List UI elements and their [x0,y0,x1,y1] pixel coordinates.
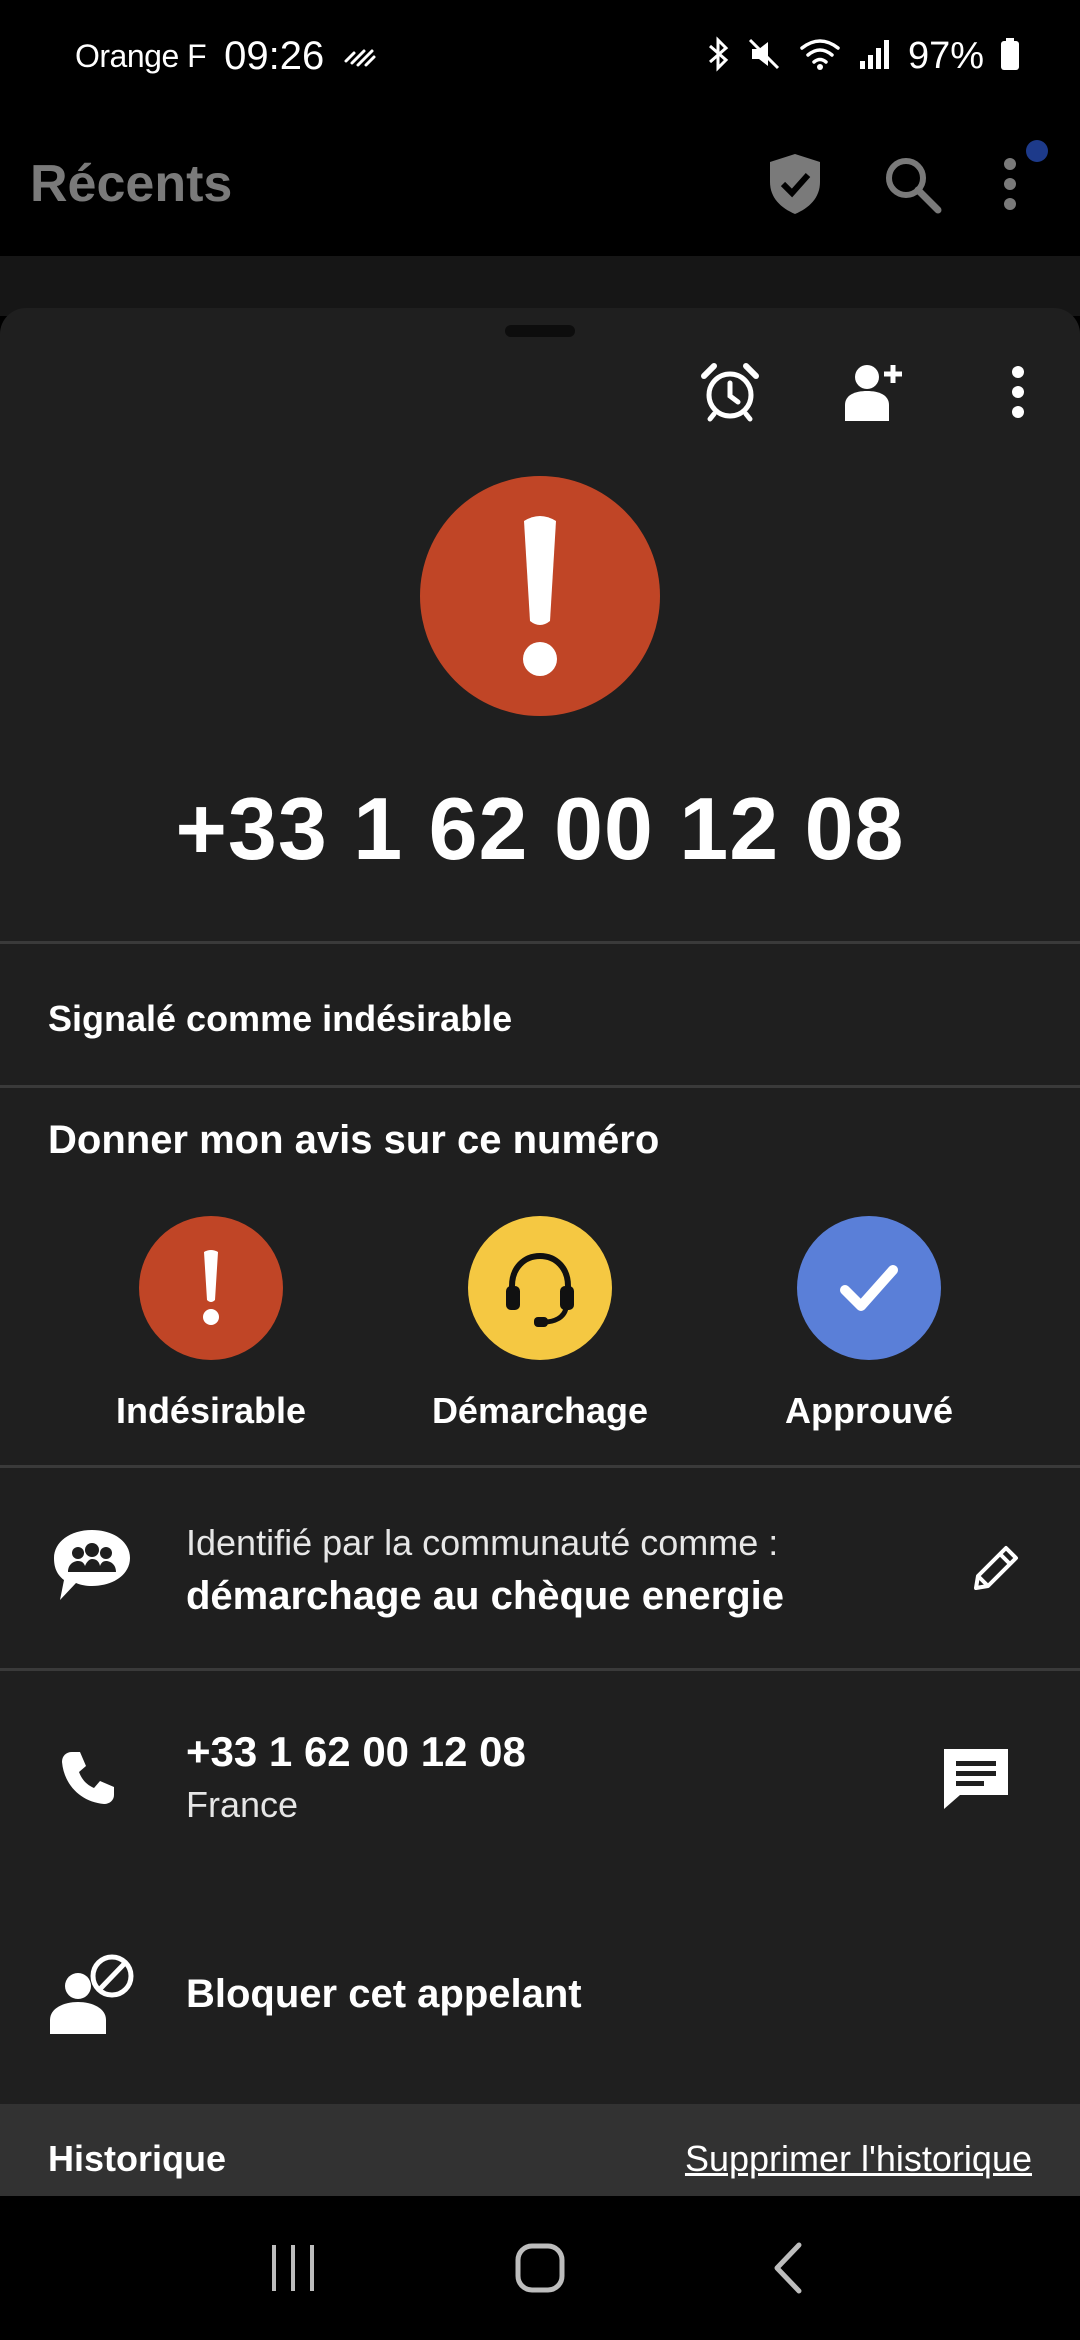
country-label: France [186,1784,299,1825]
battery-icon [1000,37,1020,76]
recents-icon[interactable] [253,2228,333,2308]
block-caller-button[interactable]: Bloquer cet appelant [186,1972,582,2017]
rate-option-telemarketing[interactable]: Démarchage [410,1216,670,1432]
rate-option-label: Démarchage [431,1390,649,1431]
caller-number: +33 1 62 00 12 08 [175,779,905,878]
history-title: Historique [48,2138,227,2179]
spam-alert-badge [420,476,660,716]
rate-option-label: Approuvé [784,1390,953,1431]
community-identification: Identifié par la communauté comme : déma… [186,1522,784,1619]
pencil-icon[interactable] [968,1540,1024,1601]
clock: 09:26 [224,33,325,78]
more-vert-icon[interactable] [1000,154,1020,214]
sheet-drag-handle[interactable] [505,325,575,337]
underlay [0,256,1080,316]
divider [0,1085,1080,1088]
headset-icon [506,1252,574,1327]
history-header: Historique Supprimer l'historique [0,2104,1080,2200]
navigation-bar [0,2196,1080,2340]
community-category: démarchage au chèque energie [186,1574,785,1618]
block-caller-icon[interactable] [46,1954,142,2039]
exclamation-icon [203,1250,219,1325]
divider [0,1465,1080,1468]
status-bar: Orange F 09:26 97% [0,0,1080,112]
rate-option-label: Indésirable [115,1390,307,1431]
notification-badge [1026,140,1048,162]
community-label: Identifié par la communauté comme : [186,1522,779,1563]
nfc-icon [342,39,378,74]
signal-icon [858,37,892,76]
search-icon[interactable] [882,154,942,214]
carrier-label: Orange F [75,37,207,74]
rate-telemarketing-circle[interactable] [468,1216,612,1360]
rate-option-approved[interactable]: Approuvé [739,1216,999,1432]
app-bar: Récents [0,112,1080,256]
home-icon[interactable] [500,2228,580,2308]
page-title: Récents [30,155,233,213]
divider [0,1668,1080,1671]
community-icon [50,1526,134,1611]
reported-status: Signalé comme indésirable [48,998,513,1039]
caller-detail-sheet: +33 1 62 00 12 08 Signalé comme indésira… [0,308,1080,2200]
exclamation-icon [523,516,557,676]
battery-percent: 97% [907,34,984,77]
add-contact-icon[interactable] [842,360,906,424]
screen: Orange F 09:26 97% Récents +33 1 62 00 1… [0,0,1080,2340]
shield-check-icon[interactable] [766,152,824,216]
message-icon[interactable] [940,1745,1012,1816]
number-label: +33 1 62 00 12 08 [186,1728,526,1775]
more-vert-icon[interactable] [986,360,1050,424]
alarm-icon[interactable] [698,360,762,424]
number-info[interactable]: +33 1 62 00 12 08 France [186,1728,526,1826]
phone-icon[interactable] [58,1748,118,1813]
mute-icon [746,36,782,77]
rate-option-spam[interactable]: Indésirable [81,1216,341,1432]
wifi-icon [798,36,842,77]
check-icon [840,1265,898,1311]
bluetooth-icon [706,35,730,77]
back-icon[interactable] [747,2228,827,2308]
rate-section-title: Donner mon avis sur ce numéro [48,1118,660,1162]
divider [0,941,1080,944]
rate-approved-circle[interactable] [797,1216,941,1360]
clear-history-link[interactable]: Supprimer l'historique [685,2138,1032,2180]
rate-spam-circle[interactable] [139,1216,283,1360]
